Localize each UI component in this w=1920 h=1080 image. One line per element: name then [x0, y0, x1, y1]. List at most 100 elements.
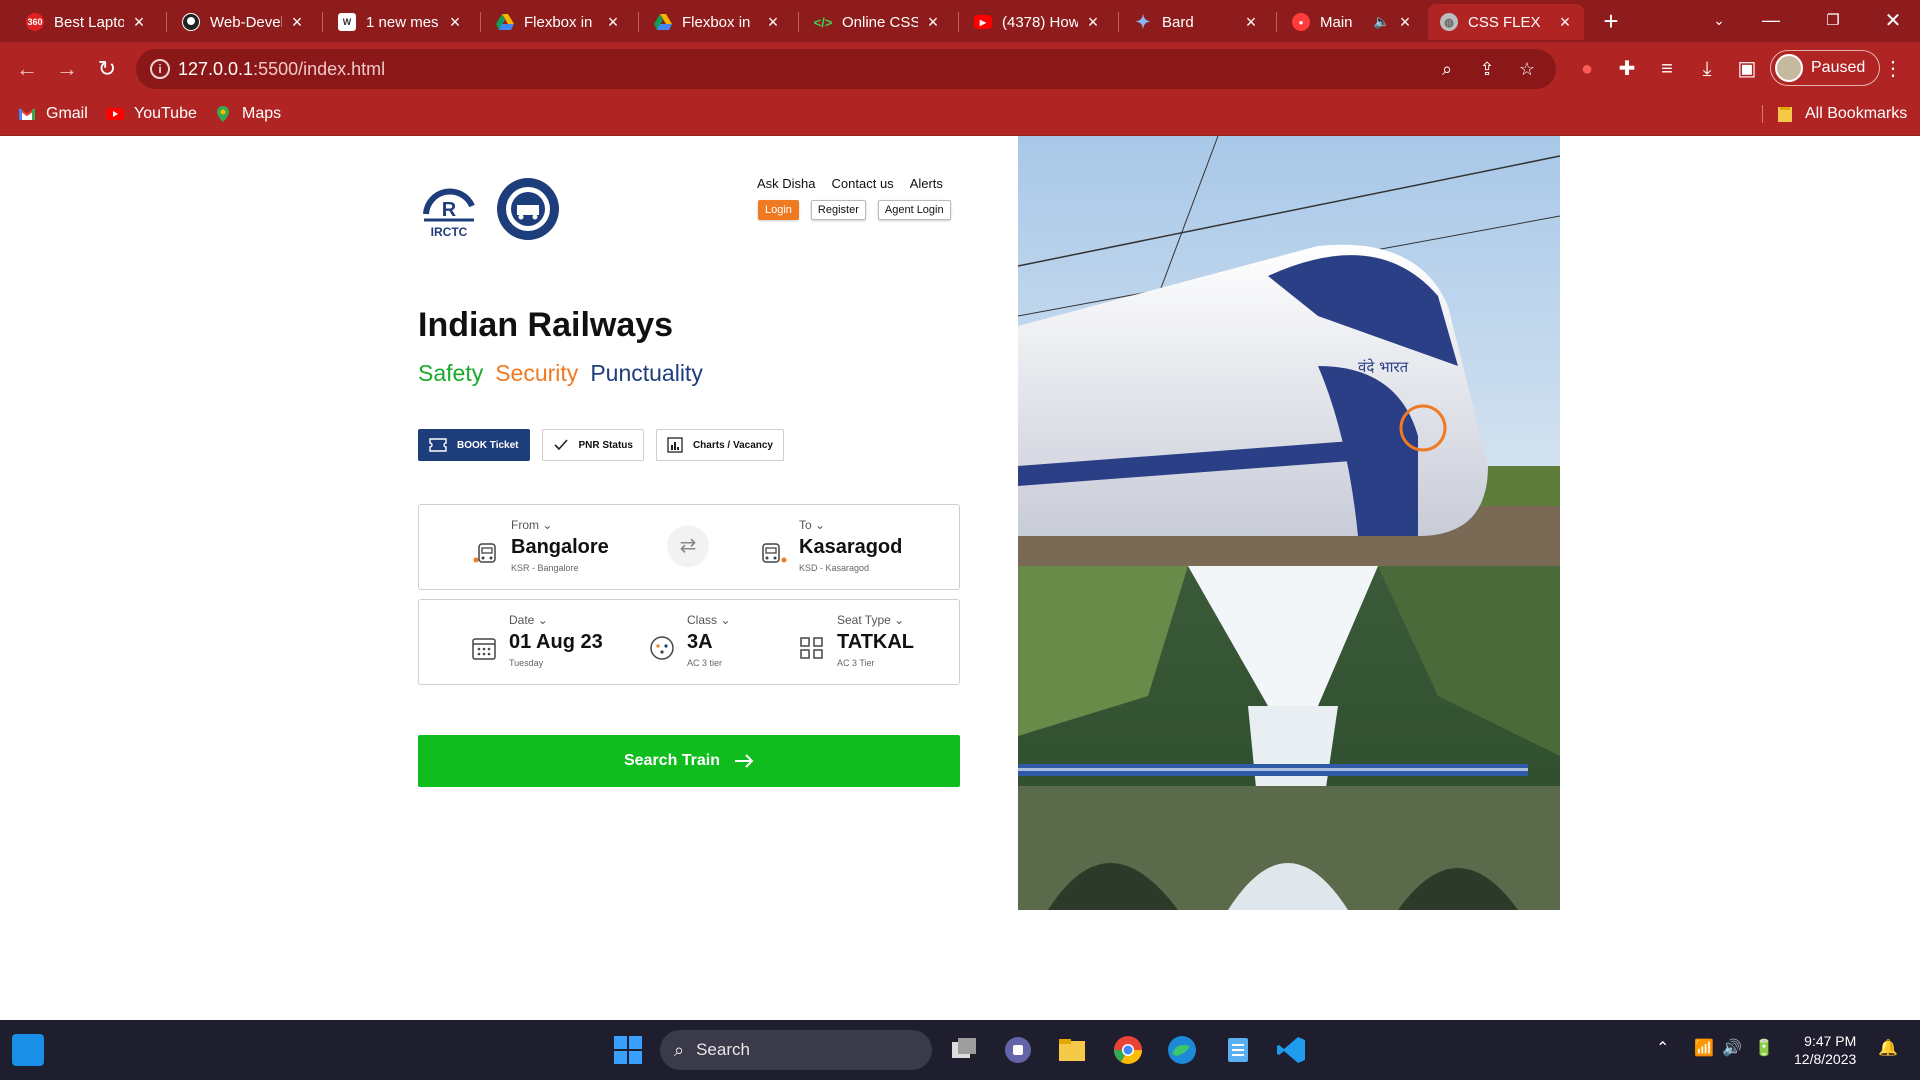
ask-disha-link[interactable]: Ask Disha: [757, 176, 816, 191]
avatar: [1775, 54, 1803, 82]
from-code: KSR - Bangalore: [511, 563, 579, 573]
reading-list-icon[interactable]: ≡: [1654, 56, 1680, 82]
search-train-button[interactable]: Search Train: [418, 735, 960, 787]
taskbar-search[interactable]: ⌕ Search: [660, 1030, 932, 1070]
ticket-icon: [429, 438, 447, 452]
address-bar[interactable]: i 127.0.0.1:5500/index.html ⌕ ⇪ ☆: [136, 49, 1556, 89]
site-info-icon[interactable]: i: [150, 59, 170, 79]
chrome-icon[interactable]: [1112, 1034, 1144, 1066]
task-view-icon[interactable]: [948, 1034, 980, 1066]
close-window-button[interactable]: ✕: [1870, 0, 1916, 40]
date-field[interactable]: Date ⌄ 01 Aug 23 Tuesday: [469, 613, 603, 668]
bookmark-youtube[interactable]: YouTube: [106, 105, 197, 123]
tab[interactable]: ● Main 🔈 ×: [1280, 4, 1424, 40]
tab[interactable]: 360 Best Laptop ×: [14, 4, 158, 40]
login-button[interactable]: Login: [758, 200, 799, 220]
charts-vacancy-button[interactable]: Charts / Vacancy: [655, 429, 784, 461]
volume-icon[interactable]: 🔊: [1722, 1038, 1742, 1058]
wifi-icon[interactable]: 📶: [1694, 1038, 1714, 1058]
url-text[interactable]: 127.0.0.1:5500/index.html: [178, 59, 385, 80]
tagline-punctuality: Punctuality: [590, 360, 703, 386]
speaker-icon[interactable]: 🔈: [1374, 14, 1390, 30]
notepad-icon[interactable]: [1222, 1034, 1254, 1066]
chevron-down-icon: ⌄: [894, 613, 905, 627]
alerts-link[interactable]: Alerts: [910, 176, 943, 191]
all-bookmarks[interactable]: All Bookmarks: [1762, 105, 1907, 123]
tagline-security: Security: [495, 360, 579, 386]
irctc-logo[interactable]: R IRCTC: [416, 176, 482, 242]
tab[interactable]: </> Online CSS ×: [802, 4, 952, 40]
book-ticket-button[interactable]: BOOK Ticket: [418, 429, 530, 461]
close-tab-icon[interactable]: ×: [1242, 12, 1260, 33]
register-button[interactable]: Register: [810, 200, 866, 220]
swap-stations-button[interactable]: ⇄: [667, 525, 709, 567]
extension-red-icon[interactable]: ●: [1574, 56, 1600, 82]
station-icon: [473, 543, 496, 563]
contact-us-link[interactable]: Contact us: [832, 176, 894, 191]
seat-type-value: TATKAL: [837, 631, 915, 653]
zoom-icon[interactable]: ⌕: [1436, 58, 1458, 80]
start-windows-icon[interactable]: [612, 1034, 644, 1066]
close-tab-icon[interactable]: ×: [446, 12, 464, 33]
arrow-right-icon: [735, 754, 754, 768]
bookmark-star-icon[interactable]: ☆: [1516, 58, 1538, 80]
forward-button[interactable]: →: [52, 54, 82, 84]
restore-button[interactable]: ❐: [1810, 0, 1856, 40]
back-button[interactable]: ←: [12, 54, 42, 84]
seat-type-field[interactable]: Seat Type ⌄ TATKAL AC 3 Tier: [797, 613, 914, 668]
tab[interactable]: W 1 new mes ×: [326, 4, 474, 40]
chevron-up-icon[interactable]: ⌃: [1656, 1038, 1669, 1058]
from-field[interactable]: From ⌄ Bangalore KSR - Bangalore: [471, 518, 609, 573]
side-panel-icon[interactable]: ▣: [1734, 56, 1760, 82]
tab[interactable]: Web-Devel ×: [170, 4, 316, 40]
record-icon: ●: [1292, 13, 1310, 31]
teams-chat-icon[interactable]: [1002, 1034, 1034, 1066]
profile-button[interactable]: Paused: [1770, 50, 1880, 86]
close-tab-icon[interactable]: ×: [604, 12, 622, 33]
github-icon: [182, 13, 200, 31]
close-tab-icon[interactable]: ×: [1084, 12, 1102, 33]
extensions-puzzle-icon[interactable]: ✚: [1614, 56, 1640, 82]
notification-bell-icon[interactable]: 🔔: [1878, 1038, 1898, 1058]
tab[interactable]: Flexbox in ×: [484, 4, 632, 40]
bookmark-maps[interactable]: Maps: [214, 105, 281, 123]
new-tab-button[interactable]: +: [1596, 6, 1626, 36]
battery-icon[interactable]: 🔋: [1754, 1038, 1774, 1058]
top-links: Ask Disha Contact us Alerts: [757, 176, 943, 191]
close-tab-icon[interactable]: ×: [1556, 12, 1574, 33]
to-field[interactable]: To ⌄ Kasaragod KSD - Kasaragod: [759, 518, 902, 573]
globe-icon: ◍: [1440, 13, 1458, 31]
indian-railways-emblem[interactable]: [495, 176, 561, 242]
reload-button[interactable]: ↻: [92, 54, 122, 84]
close-tab-icon[interactable]: ×: [924, 12, 942, 33]
bookmark-gmail[interactable]: Gmail: [18, 105, 88, 123]
tab-active[interactable]: ◍ CSS FLEX ×: [1428, 4, 1584, 40]
tab-search-icon[interactable]: ⌄: [1696, 0, 1742, 40]
file-explorer-icon[interactable]: [1056, 1034, 1088, 1066]
auth-buttons: Login Register Agent Login: [758, 200, 951, 220]
vscode-icon[interactable]: [1276, 1034, 1308, 1066]
close-tab-icon[interactable]: ×: [288, 12, 306, 33]
tagline: Safety Security Punctuality: [418, 360, 703, 387]
tab[interactable]: ▶ (4378) How ×: [962, 4, 1112, 40]
tab[interactable]: ✦ Bard ×: [1122, 4, 1270, 40]
chevron-down-icon: ⌄: [815, 518, 826, 532]
page-content: R IRCTC Ask Disha Contact us Alerts Logi…: [0, 136, 1920, 1020]
tab[interactable]: Flexbox in ×: [642, 4, 792, 40]
close-tab-icon[interactable]: ×: [130, 12, 148, 33]
close-tab-icon[interactable]: ×: [1396, 12, 1414, 33]
minimize-button[interactable]: —: [1748, 0, 1794, 40]
page-title: Indian Railways: [418, 306, 674, 344]
download-icon[interactable]: ⤓: [1694, 56, 1720, 82]
pnr-status-button[interactable]: PNR Status: [541, 429, 644, 461]
share-icon[interactable]: ⇪: [1476, 58, 1498, 80]
system-clock[interactable]: 9:47 PM 12/8/2023: [1794, 1032, 1856, 1068]
class-field[interactable]: Class ⌄ 3A AC 3 tier: [647, 613, 730, 668]
widgets-icon[interactable]: [12, 1034, 44, 1066]
mode-tabs: BOOK Ticket PNR Status Charts / Vacancy: [418, 429, 784, 461]
youtube-icon: ▶: [974, 15, 992, 29]
menu-kebab-icon[interactable]: ⋮: [1880, 56, 1906, 82]
agent-login-button[interactable]: Agent Login: [877, 200, 951, 220]
edge-icon[interactable]: [1166, 1034, 1198, 1066]
close-tab-icon[interactable]: ×: [764, 12, 782, 33]
